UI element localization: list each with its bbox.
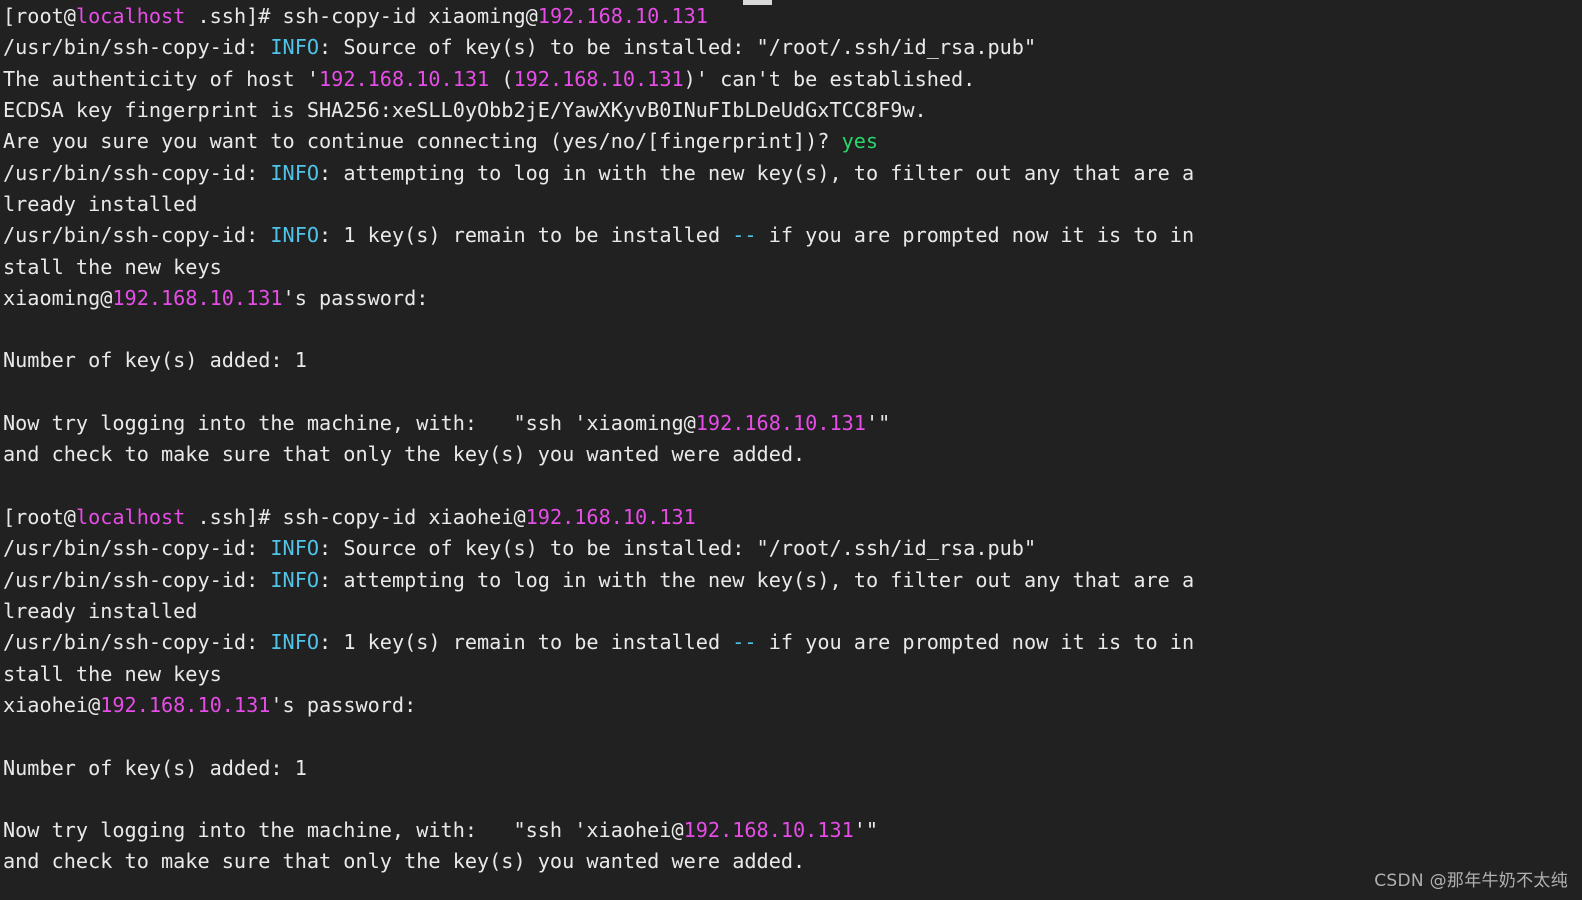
terminal-text-default: Now try logging into the machine, with: …	[3, 411, 696, 436]
terminal-output-area[interactable]: [root@localhost .ssh]# ssh-copy-id xiaom…	[3, 1, 1579, 878]
terminal-text-green: yes	[841, 129, 879, 154]
terminal-text-default: lready installed	[3, 598, 198, 623]
terminal-text-default: /usr/bin/ssh-copy-id:	[3, 536, 271, 561]
terminal-line: xiaohei@192.168.10.131's password:	[3, 690, 1579, 721]
terminal-window[interactable]: [root@localhost .ssh]# ssh-copy-id xiaom…	[0, 0, 1582, 900]
terminal-text-default: : 1 key(s) remain to be installed	[319, 630, 733, 655]
terminal-text-default: stall the new keys	[3, 661, 222, 686]
terminal-text-default: '"	[853, 818, 879, 843]
terminal-text-cyan: --	[732, 630, 757, 655]
terminal-text-default: if you are prompted now it is to in	[756, 630, 1195, 655]
terminal-text-magenta: 192.168.10.131	[695, 411, 866, 436]
terminal-text-default: (	[489, 66, 514, 91]
terminal-line: /usr/bin/ssh-copy-id: INFO: Source of ke…	[3, 32, 1579, 63]
terminal-text-default: : attempting to log in with the new key(…	[319, 567, 1195, 592]
terminal-text-default: /usr/bin/ssh-copy-id:	[3, 35, 271, 60]
terminal-text-default: '"	[865, 411, 891, 436]
terminal-text-default: Number of key(s) added: 1	[3, 348, 307, 373]
terminal-line: [root@localhost .ssh]# ssh-copy-id xiaoh…	[3, 502, 1579, 533]
terminal-text-default: )' can't be established.	[683, 66, 976, 91]
terminal-text-default: /usr/bin/ssh-copy-id:	[3, 567, 271, 592]
terminal-line: Now try logging into the machine, with: …	[3, 815, 1579, 846]
terminal-line: Are you sure you want to continue connec…	[3, 126, 1579, 157]
terminal-text-default: : Source of key(s) to be installed: "/ro…	[319, 35, 1037, 60]
terminal-text-default: and check to make sure that only the key…	[3, 442, 806, 467]
terminal-text-default: xiaohei@	[3, 692, 101, 717]
terminal-text-magenta: 192.168.10.131	[683, 818, 854, 843]
terminal-line: /usr/bin/ssh-copy-id: INFO: 1 key(s) rem…	[3, 220, 1579, 251]
terminal-text-default: : attempting to log in with the new key(…	[319, 160, 1195, 185]
terminal-text-magenta: 192.168.10.131	[513, 66, 684, 91]
terminal-text-default: : Source of key(s) to be installed: "/ro…	[319, 536, 1037, 561]
terminal-text-default: .ssh]# ssh-copy-id xiaohei@	[185, 505, 526, 529]
terminal-text-default: Number of key(s) added: 1	[3, 755, 307, 780]
terminal-line: and check to make sure that only the key…	[3, 846, 1579, 877]
terminal-text-magenta: 192.168.10.131	[112, 285, 283, 310]
terminal-line: [root@localhost .ssh]# ssh-copy-id xiaom…	[3, 1, 1579, 32]
terminal-line: stall the new keys	[3, 252, 1579, 283]
terminal-text-default: lready installed	[3, 191, 198, 216]
terminal-text-magenta: 192.168.10.131	[100, 692, 271, 717]
terminal-text-cyan: INFO	[270, 536, 320, 561]
terminal-line: lready installed	[3, 189, 1579, 220]
terminal-text-magenta: localhost	[75, 505, 186, 529]
terminal-line: /usr/bin/ssh-copy-id: INFO: attempting t…	[3, 565, 1579, 596]
terminal-text-default: Are you sure you want to continue connec…	[3, 129, 842, 154]
terminal-text-cyan: --	[732, 223, 757, 248]
terminal-text-default: and check to make sure that only the key…	[3, 849, 806, 874]
terminal-text-default: /usr/bin/ssh-copy-id:	[3, 630, 271, 655]
terminal-line: ECDSA key fingerprint is SHA256:xeSLL0yO…	[3, 95, 1579, 126]
terminal-text-magenta: 192.168.10.131	[537, 4, 708, 28]
terminal-line: /usr/bin/ssh-copy-id: INFO: attempting t…	[3, 158, 1579, 189]
terminal-text-default: xiaoming@	[3, 285, 113, 310]
terminal-text-default: The authenticity of host '	[3, 66, 320, 91]
terminal-text-cyan: INFO	[270, 223, 320, 248]
terminal-text-cyan: INFO	[270, 630, 320, 655]
terminal-text-cyan: INFO	[270, 35, 320, 60]
terminal-line: and check to make sure that only the key…	[3, 439, 1579, 470]
terminal-text-default: /usr/bin/ssh-copy-id:	[3, 160, 271, 185]
terminal-line: stall the new keys	[3, 659, 1579, 690]
terminal-text-magenta: 192.168.10.131	[319, 66, 490, 91]
terminal-text-default: stall the new keys	[3, 254, 222, 279]
terminal-line: /usr/bin/ssh-copy-id: INFO: 1 key(s) rem…	[3, 627, 1579, 658]
terminal-text-magenta: 192.168.10.131	[525, 505, 696, 529]
terminal-line: lready installed	[3, 596, 1579, 627]
terminal-line: Number of key(s) added: 1	[3, 345, 1579, 376]
terminal-line: Number of key(s) added: 1	[3, 753, 1579, 784]
terminal-line: /usr/bin/ssh-copy-id: INFO: Source of ke…	[3, 533, 1579, 564]
terminal-text-default: : 1 key(s) remain to be installed	[319, 223, 733, 248]
terminal-text-default: 's password:	[270, 692, 429, 717]
terminal-text-cyan: INFO	[270, 160, 320, 185]
terminal-line: Now try logging into the machine, with: …	[3, 408, 1579, 439]
terminal-text-default: [root@	[3, 4, 76, 28]
terminal-text-cyan: INFO	[270, 567, 320, 592]
terminal-text-default: ECDSA key fingerprint is SHA256:xeSLL0yO…	[3, 97, 927, 122]
terminal-text-default: [root@	[3, 505, 76, 529]
terminal-text-magenta: localhost	[75, 4, 186, 28]
terminal-text-default: Now try logging into the machine, with: …	[3, 818, 684, 843]
terminal-text-default: /usr/bin/ssh-copy-id:	[3, 223, 271, 248]
csdn-watermark: CSDN @那年牛奶不太纯	[1374, 871, 1568, 891]
terminal-text-default: if you are prompted now it is to in	[756, 223, 1195, 248]
terminal-line: The authenticity of host '192.168.10.131…	[3, 64, 1579, 95]
terminal-text-default: .ssh]# ssh-copy-id xiaoming@	[185, 4, 538, 28]
terminal-text-default: 's password:	[282, 285, 441, 310]
terminal-line: xiaoming@192.168.10.131's password:	[3, 283, 1579, 314]
